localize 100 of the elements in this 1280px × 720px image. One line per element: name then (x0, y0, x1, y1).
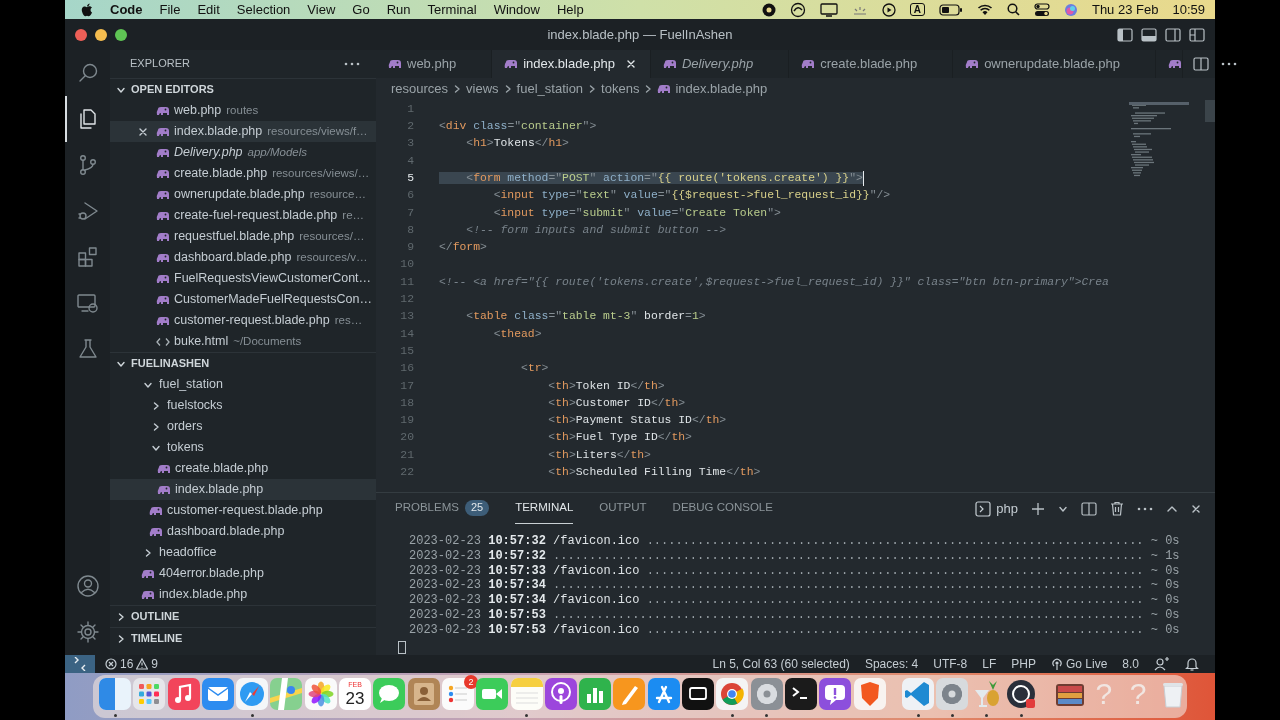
menubar-time[interactable]: 10:59 (1172, 1, 1205, 18)
tree-item[interactable]: customer-request.blade.php (110, 500, 376, 521)
panel-tab[interactable]: DEBUG CONSOLE (672, 493, 773, 524)
open-editor-item[interactable]: web.php routes (110, 100, 376, 121)
bottom-panel-icon[interactable] (1141, 27, 1157, 42)
panel-tab[interactable]: PROBLEMS 25 (395, 493, 490, 524)
section-header[interactable]: FUELINASHEN (110, 352, 376, 374)
breadcrumb-item[interactable]: views (466, 81, 499, 97)
flower-icon[interactable] (304, 678, 337, 710)
close-icon[interactable] (1191, 503, 1201, 514)
app-grid-icon[interactable] (133, 678, 166, 710)
menu-item[interactable]: Go (352, 1, 370, 18)
menu-item[interactable]: Selection (236, 1, 291, 18)
left-sidebar-icon[interactable] (1117, 27, 1133, 42)
more-icon[interactable] (344, 62, 360, 66)
podcast-icon[interactable] (544, 678, 577, 710)
tree-item[interactable]: 404error.blade.php (110, 563, 376, 584)
scrollbar-thumb[interactable] (1205, 100, 1215, 122)
problems-indicator[interactable]: 16 9 (105, 656, 159, 672)
split-icon[interactable] (1081, 501, 1097, 516)
panel-tab[interactable]: TERMINAL (515, 493, 574, 524)
menu-item[interactable]: Run (386, 1, 411, 18)
breadcrumb-item[interactable]: fuel_station (516, 81, 584, 97)
editor-tab[interactable]: ownerupdate.blade.php (953, 50, 1156, 78)
open-editor-item[interactable]: Delivery.php app/Models (110, 142, 376, 163)
tree-item[interactable]: tokens (110, 437, 376, 458)
more-icon[interactable] (1137, 506, 1153, 511)
play-circle-icon[interactable] (881, 2, 896, 17)
open-editor-item[interactable]: dashboard.blade.php resources/v… (110, 247, 376, 268)
two-tone-tile-icon[interactable] (99, 678, 131, 710)
menu-item[interactable]: Edit (197, 1, 220, 18)
tree-item[interactable]: fuel_station (110, 374, 376, 395)
section-header[interactable]: OPEN EDITORS (110, 78, 376, 100)
tree-item[interactable]: create.blade.php (110, 458, 376, 479)
toggles-icon[interactable] (1033, 2, 1050, 17)
open-editor-item[interactable]: index.blade.php resources/views/f… (110, 121, 376, 142)
account-icon[interactable] (75, 574, 100, 598)
menu-item[interactable]: Help (556, 1, 584, 18)
tree-item[interactable]: orders (110, 416, 376, 437)
compass-icon[interactable] (236, 678, 269, 710)
terminal-selector[interactable]: php (975, 500, 1018, 517)
layout-icon[interactable] (1189, 27, 1205, 42)
editor-tab[interactable]: index.blade.php (492, 50, 651, 78)
wifi-icon[interactable] (976, 3, 993, 16)
status-item[interactable]: Go Live (1050, 656, 1108, 672)
battery-icon[interactable] (938, 3, 963, 16)
orb-icon[interactable] (1063, 2, 1078, 17)
remote-button[interactable] (65, 655, 95, 673)
tree-item[interactable]: dashboard.blade.php (110, 521, 376, 542)
status-item[interactable]: UTF-8 (933, 656, 968, 672)
trash-icon[interactable] (1110, 501, 1124, 516)
status-item[interactable]: 8.0 (1122, 656, 1139, 672)
open-editor-item[interactable]: customer-request.blade.php res… (110, 310, 376, 331)
menu-item[interactable]: Window (493, 1, 540, 18)
close-button[interactable] (75, 28, 87, 41)
tv-icon[interactable] (682, 678, 715, 710)
ribbon-icon[interactable] (902, 678, 935, 710)
contact-card-icon[interactable] (407, 678, 440, 710)
checklist-icon[interactable] (441, 678, 474, 710)
editor-tab[interactable]: create.blade.php (789, 50, 954, 78)
input-source-indicator[interactable]: A (909, 3, 925, 16)
menubar-date[interactable]: Thu 23 Feb (1091, 1, 1159, 18)
search-icon[interactable] (1006, 3, 1020, 16)
record-circle-icon[interactable] (1005, 678, 1037, 710)
split-editor-icon[interactable] (1193, 57, 1209, 71)
close-icon[interactable] (138, 126, 148, 137)
open-editor-item[interactable]: CustomerMadeFuelRequestsCon… (110, 289, 376, 310)
status-item[interactable]: Ln 5, Col 63 (60 selected) (712, 656, 850, 672)
shield-icon[interactable] (853, 678, 886, 710)
record-icon[interactable] (761, 2, 776, 17)
status-item[interactable]: LF (982, 656, 997, 672)
apple-icon[interactable] (81, 2, 93, 17)
right-sidebar-icon[interactable] (1165, 27, 1181, 42)
display-icon[interactable] (819, 2, 838, 17)
section-header[interactable]: OUTLINE (110, 605, 376, 627)
breadcrumb-item[interactable]: tokens (601, 81, 640, 97)
bar-chart-icon[interactable] (579, 678, 612, 710)
tree-item[interactable]: headoffice (110, 542, 376, 563)
open-editor-item[interactable]: requestfuel.blade.php resources/… (110, 226, 376, 247)
status-item[interactable]: PHP (1011, 656, 1036, 672)
settings-icon[interactable] (75, 620, 100, 644)
tree-item[interactable]: index.blade.php (110, 479, 376, 500)
zoom-button[interactable] (115, 28, 127, 41)
tree-item[interactable]: index.blade.php (110, 584, 376, 605)
open-editor-item[interactable]: create-fuel-request.blade.php re… (110, 205, 376, 226)
open-editor-item[interactable]: ownerupdate.blade.php resource… (110, 184, 376, 205)
menu-item[interactable]: View (307, 1, 336, 18)
open-editor-item[interactable]: FuelRequestsViewCustomerCont… (110, 268, 376, 289)
feedback-icon[interactable] (1154, 657, 1170, 671)
open-editor-item[interactable]: buke.html ~/Documents (110, 331, 376, 352)
app-menu[interactable]: Code (110, 1, 143, 18)
status-item[interactable]: Spaces: 4 (864, 656, 919, 672)
tree-item[interactable]: fuelstocks (110, 395, 376, 416)
editor-tab[interactable]: Delivery.php (650, 50, 790, 78)
open-editor-item[interactable]: create.blade.php resources/views/… (110, 163, 376, 184)
breadcrumb-item[interactable]: index.blade.php (675, 81, 768, 97)
section-header[interactable]: TIMELINE (110, 627, 376, 649)
terminal-icon[interactable] (784, 678, 817, 710)
panel-tab[interactable]: OUTPUT (599, 493, 647, 524)
close-icon[interactable] (625, 59, 636, 69)
